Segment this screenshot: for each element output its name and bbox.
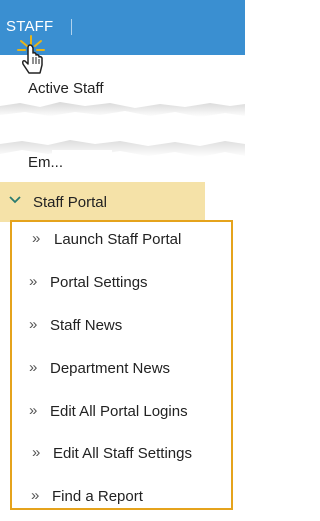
double-chevron-right-icon: » [32, 444, 41, 461]
staff-portal-submenu: » Launch Staff Portal » Portal Settings … [10, 220, 233, 510]
submenu-item-edit-all-staff-settings[interactable]: » Edit All Staff Settings [12, 444, 231, 468]
submenu-item-label: Portal Settings [50, 274, 148, 291]
submenu-item-label: Edit All Portal Logins [50, 403, 188, 420]
menu-item-active-staff[interactable]: Active Staff [28, 80, 104, 97]
torn-mask [52, 150, 112, 164]
staff-portal-label: Staff Portal [33, 194, 107, 211]
hand-pointer-icon [17, 35, 45, 74]
submenu-item-label: Staff News [50, 317, 123, 334]
submenu-item-label: Edit All Staff Settings [53, 445, 192, 462]
submenu-item-label: Find a Report [52, 488, 143, 505]
nav-divider [71, 19, 72, 35]
submenu-item-label: Launch Staff Portal [54, 231, 182, 248]
submenu-item-staff-news[interactable]: » Staff News [12, 316, 231, 340]
submenu-item-find-a-report[interactable]: » Find a Report [12, 487, 231, 511]
double-chevron-right-icon: » [29, 359, 38, 376]
staff-tab[interactable]: STAFF [6, 18, 53, 35]
submenu-item-portal-settings[interactable]: » Portal Settings [12, 273, 231, 297]
double-chevron-right-icon: » [29, 316, 38, 333]
double-chevron-right-icon: » [32, 230, 41, 247]
submenu-item-edit-all-portal-logins[interactable]: » Edit All Portal Logins [12, 402, 231, 426]
submenu-item-department-news[interactable]: » Department News [12, 359, 231, 383]
double-chevron-right-icon: » [29, 402, 38, 419]
double-chevron-right-icon: » [29, 273, 38, 290]
double-chevron-right-icon: » [31, 487, 40, 504]
submenu-item-launch-staff-portal[interactable]: » Launch Staff Portal [12, 230, 231, 254]
submenu-item-label: Department News [50, 360, 171, 377]
chevron-down-icon [9, 196, 21, 204]
